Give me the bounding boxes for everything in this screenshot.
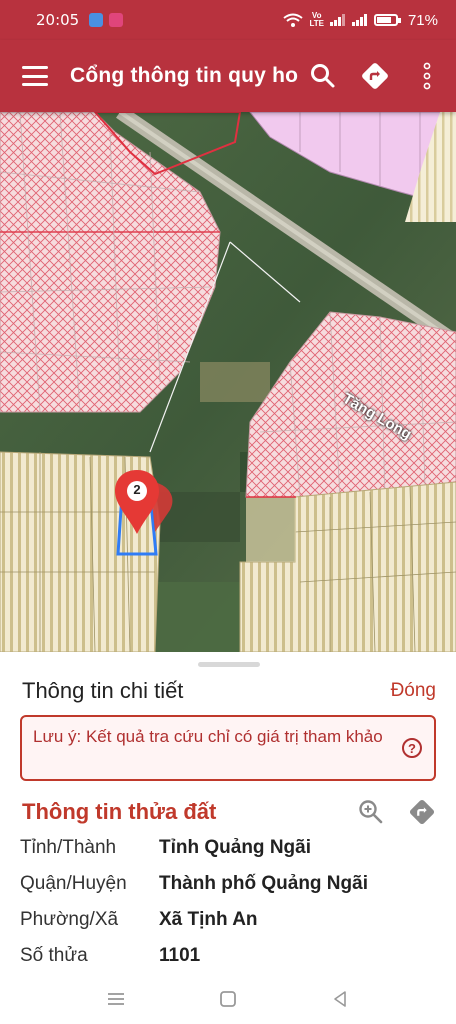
notification-icons <box>89 13 124 27</box>
disclaimer-note: Lưu ý: Kết quả tra cứu chỉ có giá trị th… <box>20 715 436 781</box>
app-bar: Cổng thông tin quy hoạch <box>0 40 456 112</box>
info-row-parcel-number: Số thửa 1101 <box>20 938 436 974</box>
signal-icon <box>329 14 345 26</box>
sheet-drag-handle[interactable] <box>198 662 260 667</box>
status-right: Vo LTE 71% <box>283 12 438 29</box>
sheet-title: Thông tin chi tiết <box>22 678 184 703</box>
info-value: Thành phố Quảng Ngãi <box>159 873 368 894</box>
recent-apps-icon[interactable] <box>96 979 136 1019</box>
directions-icon[interactable] <box>358 59 392 93</box>
status-bar: 20:05 Vo LTE 71% <box>0 0 456 40</box>
info-row-district: Quận/Huyện Thành phố Quảng Ngãi <box>20 866 436 902</box>
network-label-bottom: LTE <box>309 19 324 28</box>
app-notification-icon <box>89 13 104 27</box>
more-vert-icon[interactable] <box>410 59 444 93</box>
appbar-actions <box>306 59 444 93</box>
system-nav-bar <box>0 974 456 1024</box>
parcel-tan <box>246 497 296 562</box>
back-icon[interactable] <box>320 979 360 1019</box>
map-view[interactable]: 2 Tăng Long <box>0 112 456 652</box>
wifi-icon <box>283 13 304 27</box>
info-row-province: Tỉnh/Thành Tỉnh Quảng Ngãi <box>20 830 436 866</box>
marker-number: 2 <box>133 482 141 497</box>
info-value: 1101 <box>159 945 201 966</box>
info-label: Phường/Xã <box>20 909 119 930</box>
battery-level: 71% <box>407 11 438 29</box>
home-icon[interactable] <box>208 979 248 1019</box>
zoom-in-icon[interactable] <box>358 799 384 825</box>
status-time: 20:05 <box>36 11 80 29</box>
parcel-header: Thông tin thửa đất <box>22 798 436 826</box>
parcel-title: Thông tin thửa đất <box>22 799 217 824</box>
info-label: Quận/Huyện <box>20 873 127 894</box>
parcel-info-list: Tỉnh/Thành Tỉnh Quảng Ngãi Quận/Huyện Th… <box>20 830 436 974</box>
map-canvas[interactable] <box>0 112 456 652</box>
directions-icon[interactable] <box>408 798 436 826</box>
menu-icon[interactable] <box>22 66 48 86</box>
info-label: Tỉnh/Thành <box>20 837 117 858</box>
app-notification-icon <box>109 13 124 27</box>
parcel-actions <box>358 798 436 826</box>
disclaimer-text: Lưu ý: Kết quả tra cứu chỉ có giá trị th… <box>33 727 383 746</box>
close-button[interactable]: Đóng <box>391 680 436 702</box>
info-row-ward: Phường/Xã Xã Tịnh An <box>20 902 436 938</box>
volte-indicator: Vo LTE <box>309 12 324 28</box>
battery-icon <box>373 14 401 26</box>
details-sheet: Thông tin chi tiết Đóng Lưu ý: Kết quả t… <box>0 652 456 1024</box>
search-icon[interactable] <box>306 59 340 93</box>
info-label: Số thửa <box>20 945 88 966</box>
help-icon[interactable]: ? <box>402 738 422 758</box>
info-value: Xã Tịnh An <box>159 909 258 930</box>
info-value: Tỉnh Quảng Ngãi <box>159 837 311 858</box>
app-title: Cổng thông tin quy hoạch <box>70 64 298 87</box>
sheet-header: Thông tin chi tiết Đóng <box>22 678 436 704</box>
signal-icon-secondary <box>351 14 367 26</box>
